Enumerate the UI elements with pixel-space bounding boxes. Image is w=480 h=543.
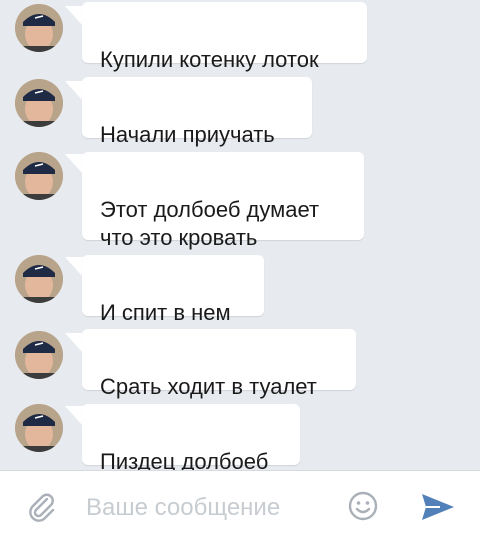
paperclip-icon[interactable] bbox=[26, 491, 58, 523]
message-bubble: И спит в нем bbox=[82, 255, 264, 325]
message-list: Купили котенку лоток Начали приучать Это… bbox=[0, 0, 480, 474]
message-input[interactable] bbox=[86, 491, 326, 525]
avatar[interactable] bbox=[15, 404, 63, 452]
message-text: Купили котенку лоток bbox=[100, 47, 319, 72]
message-composer bbox=[0, 470, 480, 543]
avatar[interactable] bbox=[15, 152, 63, 200]
message-bubble: Срать ходит в туалет bbox=[82, 329, 356, 399]
message-bubble: Начали приучать bbox=[82, 77, 312, 147]
message-bubble: Этот долбоеб думает что это кровать bbox=[82, 152, 364, 250]
message-text: Начали приучать bbox=[100, 122, 275, 147]
avatar[interactable] bbox=[15, 79, 63, 127]
message-bubble: Пиздец долбоеб bbox=[82, 404, 300, 474]
message-text: И спит в нем bbox=[100, 300, 231, 325]
avatar[interactable] bbox=[15, 255, 63, 303]
send-arrow-icon[interactable] bbox=[420, 492, 456, 522]
message-text: Этот долбоеб думает что это кровать bbox=[100, 197, 320, 250]
smiley-icon[interactable] bbox=[347, 490, 379, 522]
avatar[interactable] bbox=[15, 331, 63, 379]
message-text: Срать ходит в туалет bbox=[100, 374, 317, 399]
message-bubble: Купили котенку лоток bbox=[82, 2, 367, 72]
avatar[interactable] bbox=[15, 4, 63, 52]
